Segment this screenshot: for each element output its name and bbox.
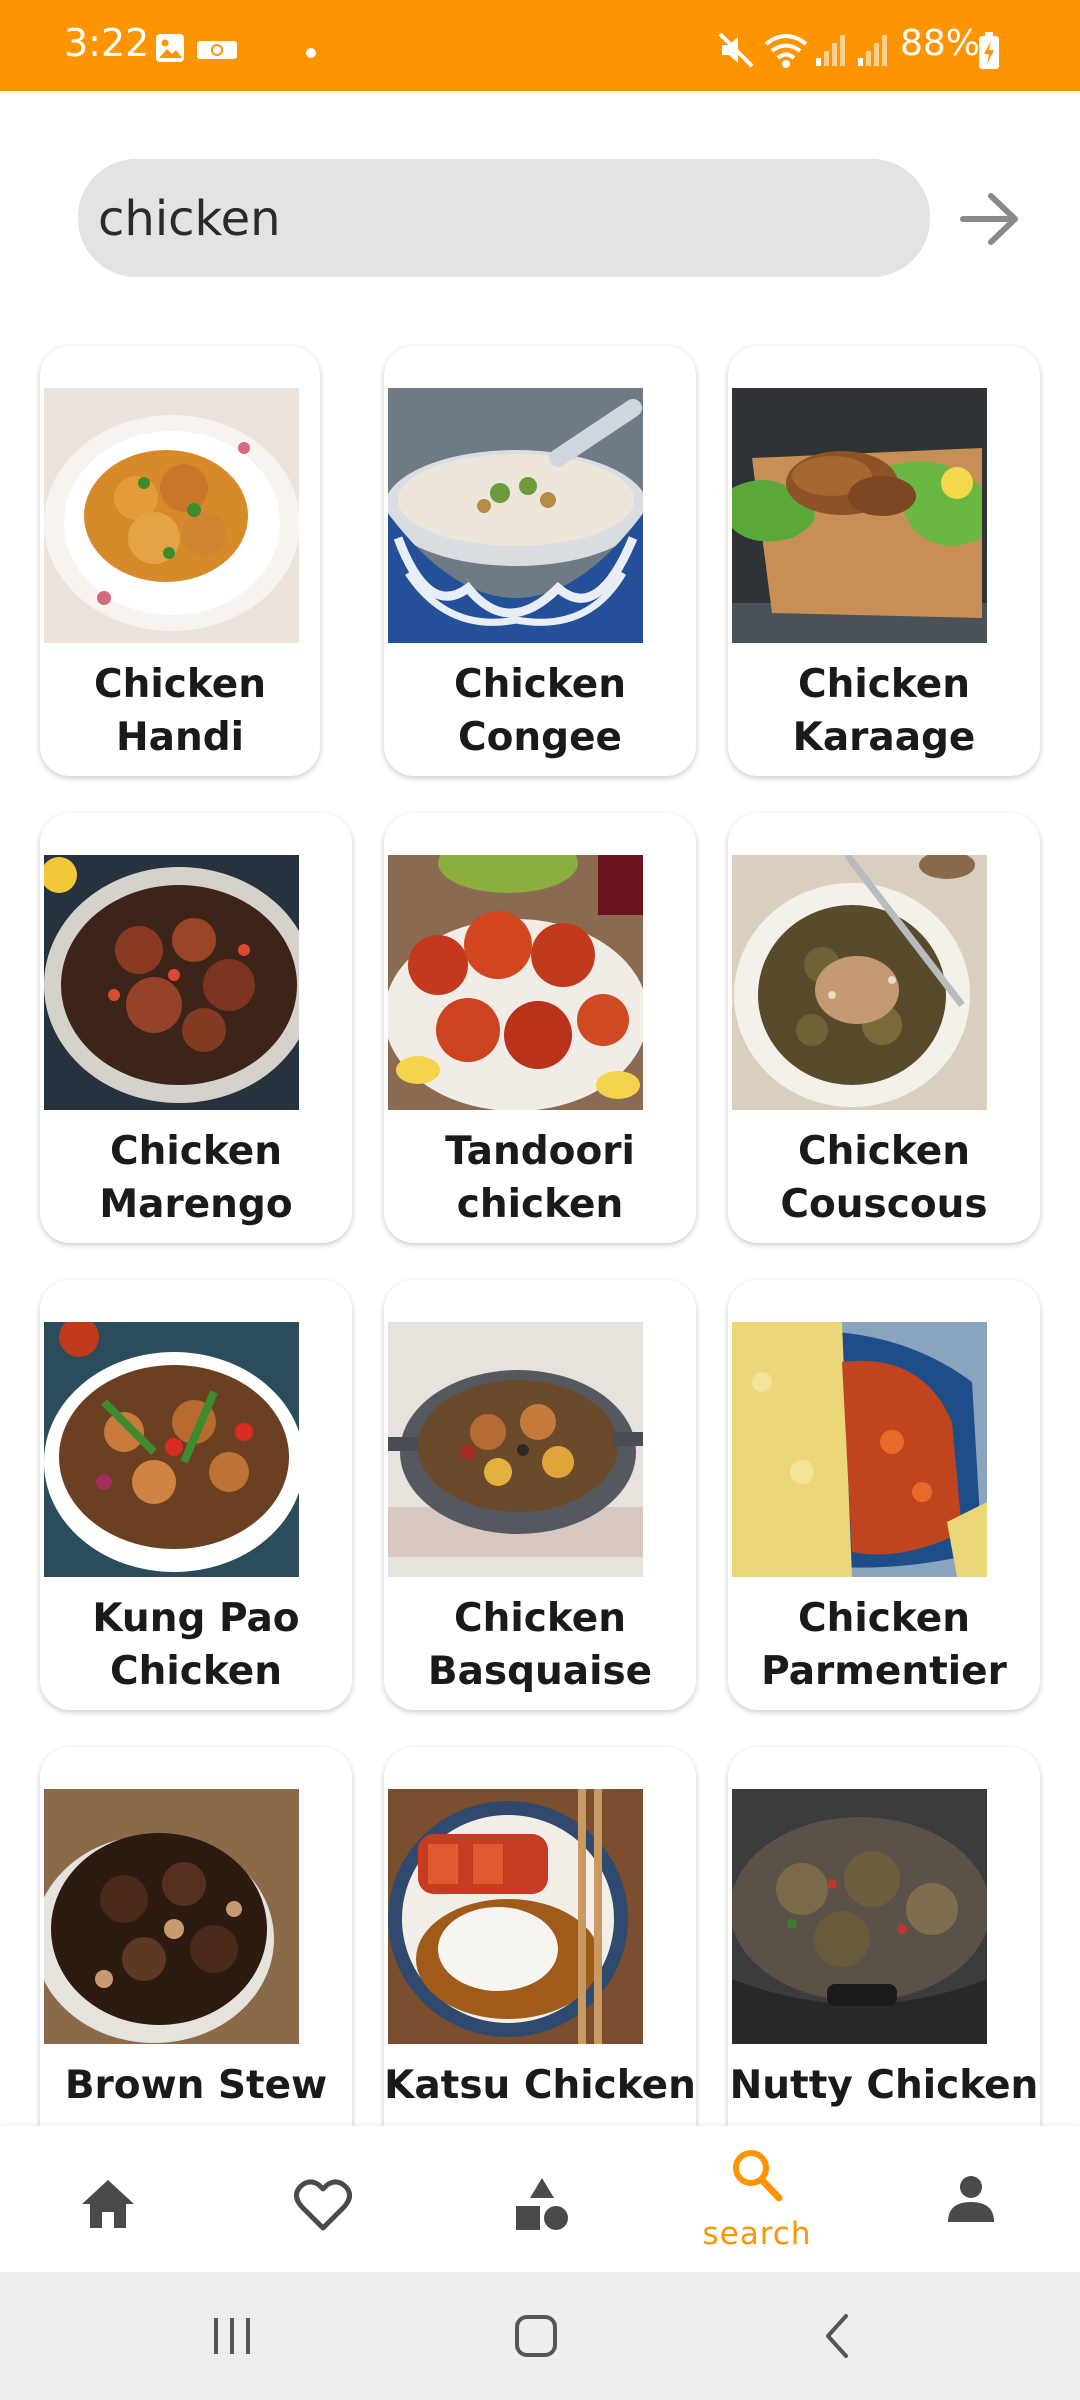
back-icon[interactable] bbox=[822, 2312, 852, 2360]
system-navigation-bar bbox=[0, 2272, 1080, 2400]
battery-charging-icon bbox=[978, 32, 1000, 74]
recipe-title: Chicken Basquaise bbox=[427, 1596, 653, 1694]
recipe-card[interactable]: Chicken Basquaise bbox=[384, 1280, 696, 1710]
status-bar: 3:22 88% bbox=[0, 0, 1080, 91]
recipe-title: Chicken Marengo bbox=[99, 1129, 293, 1227]
signal-icon bbox=[814, 32, 850, 72]
search-input[interactable] bbox=[96, 159, 920, 279]
recipe-image bbox=[44, 1322, 299, 1577]
recipe-title: Katsu Chicken bbox=[384, 2063, 696, 2108]
home-button-icon[interactable] bbox=[514, 2314, 558, 2358]
recipe-title: Kung Pao Chicken bbox=[92, 1596, 300, 1694]
recipe-image bbox=[388, 855, 643, 1110]
recipe-card[interactable]: Nutty Chicken bbox=[728, 1747, 1040, 2126]
search-bar bbox=[78, 159, 930, 279]
nav-home[interactable] bbox=[80, 2126, 140, 2272]
cast-icon bbox=[196, 40, 238, 64]
recipe-card[interactable]: Tandoori chicken bbox=[384, 813, 696, 1243]
battery-percent: 88% bbox=[900, 23, 981, 64]
nav-profile[interactable] bbox=[946, 2126, 1006, 2272]
mute-icon bbox=[716, 30, 756, 74]
recipe-card[interactable]: Chicken Congee bbox=[384, 346, 696, 776]
search-icon bbox=[733, 2150, 783, 2202]
nav-favorites[interactable] bbox=[294, 2126, 354, 2272]
recipe-card[interactable]: Chicken Handi bbox=[40, 346, 320, 776]
recents-icon[interactable] bbox=[210, 2316, 254, 2356]
heart-icon bbox=[294, 2179, 352, 2231]
bottom-navigation: search bbox=[0, 2126, 1080, 2272]
results-grid: Chicken Handi Chicken Congee Chicken Kar… bbox=[0, 320, 1080, 2126]
person-icon bbox=[948, 2176, 994, 2222]
recipe-card[interactable]: Chicken Parmentier bbox=[728, 1280, 1040, 1710]
wifi-icon bbox=[762, 30, 810, 74]
recipe-title: Chicken Karaage bbox=[792, 662, 976, 760]
arrow-right-icon bbox=[960, 193, 1018, 245]
recipe-title: Chicken Congee bbox=[454, 662, 626, 760]
recipe-image bbox=[388, 1789, 643, 2044]
recipe-image bbox=[732, 1322, 987, 1577]
recipe-card[interactable]: Chicken Karaage bbox=[728, 346, 1040, 776]
recipe-title: Brown Stew bbox=[64, 2063, 328, 2108]
recipe-title: Tandoori chicken bbox=[445, 1129, 635, 1227]
categories-icon bbox=[516, 2178, 568, 2230]
recipe-card[interactable]: Kung Pao Chicken bbox=[40, 1280, 352, 1710]
nav-search[interactable]: search bbox=[703, 2126, 810, 2272]
recipe-image bbox=[44, 855, 299, 1110]
recipe-card[interactable]: Katsu Chicken bbox=[384, 1747, 696, 2126]
recipe-card[interactable]: Brown Stew bbox=[40, 1747, 352, 2126]
gallery-icon bbox=[154, 32, 186, 68]
recipe-image bbox=[44, 1789, 299, 2044]
search-submit-button[interactable] bbox=[955, 184, 1025, 254]
nav-search-label: search bbox=[702, 2216, 812, 2252]
status-time: 3:22 bbox=[64, 21, 150, 65]
recipe-title: Nutty Chicken bbox=[729, 2063, 1039, 2108]
recipe-image bbox=[44, 388, 299, 643]
recipe-card[interactable]: Chicken Couscous bbox=[728, 813, 1040, 1243]
nav-categories[interactable] bbox=[514, 2126, 574, 2272]
recipe-image bbox=[732, 1789, 987, 2044]
recipe-image bbox=[388, 388, 643, 643]
recipe-image bbox=[732, 388, 987, 643]
recipe-title: Chicken Handi bbox=[94, 662, 266, 760]
home-icon bbox=[82, 2180, 134, 2228]
signal-icon bbox=[856, 32, 892, 72]
recipe-title: Chicken Parmentier bbox=[761, 1596, 1007, 1694]
recipe-image bbox=[388, 1322, 643, 1577]
dot-icon bbox=[305, 44, 317, 63]
recipe-card[interactable]: Chicken Marengo bbox=[40, 813, 352, 1243]
recipe-image bbox=[732, 855, 987, 1110]
recipe-title: Chicken Couscous bbox=[780, 1129, 988, 1227]
